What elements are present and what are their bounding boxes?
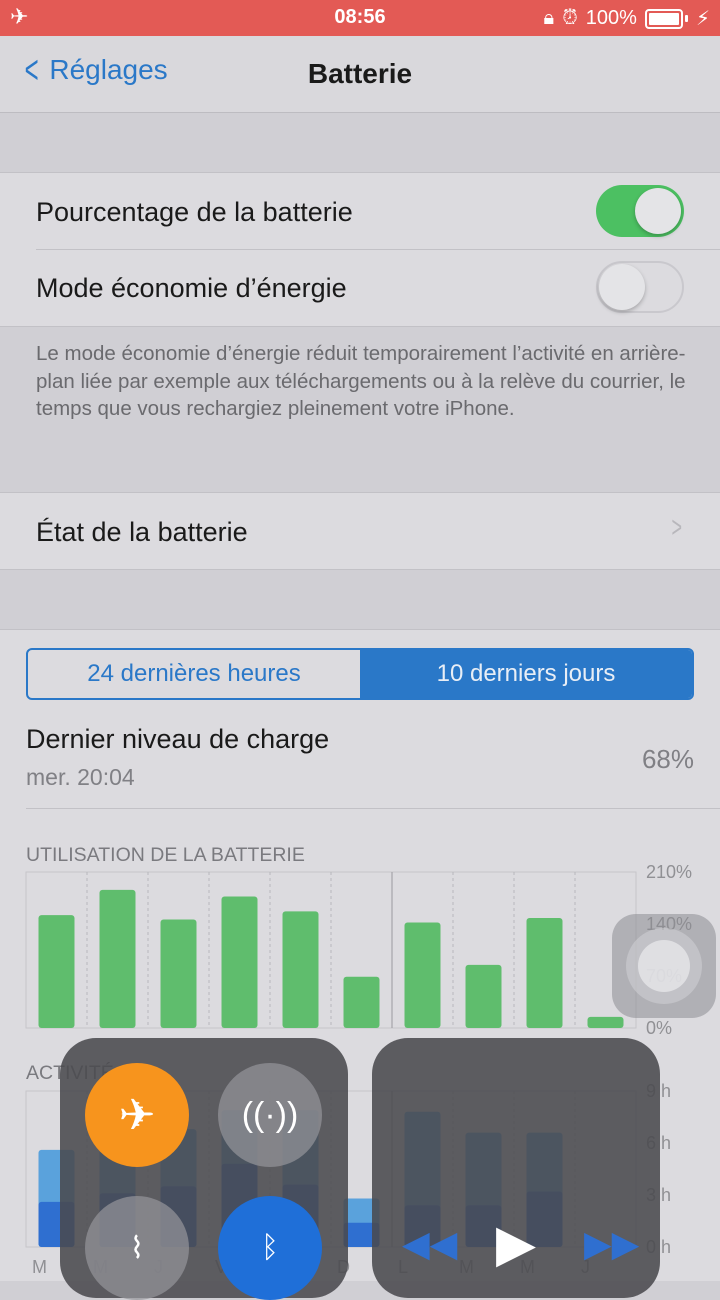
y-tick-label: 0% [646, 1018, 672, 1038]
settings-group: Pourcentage de la batterie Mode économie… [0, 172, 720, 327]
last-charge-value: 68% [641, 744, 694, 774]
status-right: 🔒︎ ⏰︎ 100% ⚡︎ [544, 6, 710, 31]
percentage-label: Pourcentage de la batterie [36, 197, 353, 227]
separator [26, 808, 720, 809]
toggle-knob [635, 188, 681, 234]
status-bar: ✈ 08:56 🔒︎ ⏰︎ 100% ⚡︎ [0, 0, 720, 36]
usage-bar [160, 919, 197, 1028]
low-power-footer: Le mode économie d’énergie réduit tempor… [36, 342, 686, 420]
toggle-knob [599, 264, 645, 310]
play-icon[interactable]: ▶ [496, 1214, 536, 1274]
wifi-off-icon[interactable]: ⌇ [85, 1196, 189, 1300]
x-tick-label: M [32, 1257, 47, 1277]
low-power-label: Mode économie d’énergie [36, 273, 347, 303]
chevron-right-icon: > [671, 511, 683, 544]
usage-bar [38, 915, 75, 1028]
usage-bar [404, 922, 441, 1028]
usage-chart: 210%140%70%0% [25, 862, 692, 1038]
fast-forward-icon[interactable]: ▶▶ [584, 1223, 639, 1265]
usage-bar [343, 976, 380, 1028]
orientation-lock-icon: 🔒︎ [543, 7, 555, 29]
percentage-toggle[interactable] [596, 185, 684, 237]
usage-bar [221, 896, 258, 1028]
page-title: Batterie [307, 58, 413, 89]
bluetooth-off-icon[interactable]: ᛒ [218, 1196, 322, 1300]
navigation-bar: < Réglages Batterie [0, 36, 720, 113]
period-segmented-control[interactable]: 24 dernières heures 10 derniers jours [26, 648, 694, 700]
usage-bar [282, 911, 319, 1028]
assistive-touch-button[interactable] [612, 914, 716, 1018]
low-power-toggle[interactable] [596, 261, 684, 313]
airplane-mode-icon[interactable]: ✈ [85, 1063, 189, 1167]
alarm-icon: ⏰︎ [562, 7, 578, 29]
connectivity-panel: ✈ ((·)) ⌇ ᛒ [60, 1038, 348, 1300]
segment-10d[interactable]: 10 derniers jours [360, 650, 692, 698]
rewind-icon[interactable]: ◀◀ [402, 1223, 457, 1265]
last-charge-time: mer. 20:04 [26, 764, 135, 790]
battery-icon [644, 8, 683, 29]
media-panel: ◀◀ ▶ ▶▶ [372, 1038, 660, 1298]
separator [36, 249, 720, 250]
last-charge-label: Dernier niveau de charge [26, 724, 330, 754]
usage-bar [465, 964, 502, 1028]
usage-bar [587, 1016, 624, 1028]
usage-bar [526, 918, 563, 1028]
battery-percent: 100% [585, 7, 637, 29]
assistive-touch-dot [638, 940, 690, 992]
battery-health-row[interactable]: État de la batterie > [0, 492, 720, 570]
usage-bar [99, 889, 136, 1028]
battery-health-label: État de la batterie [36, 517, 248, 547]
y-tick-label: 210% [646, 862, 692, 882]
cellular-icon[interactable]: ((·)) [218, 1063, 322, 1167]
segment-24h[interactable]: 24 dernières heures [28, 650, 360, 698]
charging-bolt-icon: ⚡︎ [695, 8, 710, 30]
